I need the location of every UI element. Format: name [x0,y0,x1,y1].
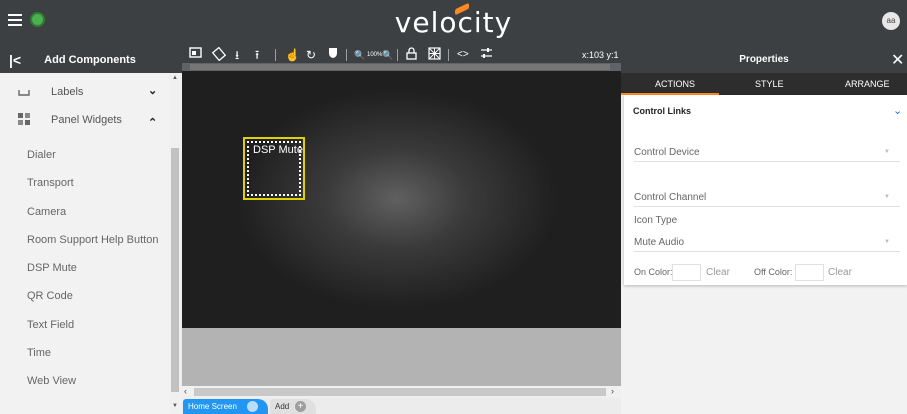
scroll-down-icon[interactable]: ▼ [172,403,178,409]
zoom-level: 100% [367,52,383,58]
tab-home-screen[interactable]: Home Screen [183,399,268,414]
scroll-thumb[interactable] [171,148,179,392]
upload-icon[interactable]: ⭱ [255,47,259,63]
grid-icon[interactable] [428,47,441,63]
tab-style[interactable]: STYLE [755,79,784,89]
widget-web-view[interactable]: Web View [27,375,76,387]
left-panel-header: |< Add Components [0,47,182,73]
field-underline [634,251,900,252]
off-color-label: Off Color: [754,267,793,277]
code-icon[interactable]: <> [457,47,469,63]
on-color-clear-link[interactable]: Clear [706,267,730,278]
group-label: Labels [51,86,84,98]
section-title: Control Links [633,106,691,116]
widget-room-support-help-button[interactable]: Room Support Help Button [27,234,158,246]
chevron-down-icon[interactable]: ⌄ [893,104,902,117]
cursor-coordinates: x:103 y:1 [582,50,619,60]
rotate-icon[interactable] [211,46,227,63]
widget-qr-code[interactable]: QR Code [27,290,73,302]
group-label: Panel Widgets [51,114,122,126]
on-color-label: On Color: [634,267,673,277]
lock-icon[interactable] [406,47,417,63]
scroll-up-icon[interactable]: ▲ [172,75,178,81]
scroll-thumb[interactable] [190,64,610,70]
zoom-out-icon[interactable]: 🔍 [354,47,365,63]
control-device-select[interactable]: Control Device [634,147,700,158]
scroll-right-icon[interactable]: › [611,386,614,396]
canvas-bottom-scrollbar[interactable]: ‹ › [182,386,621,398]
sliders-icon[interactable] [480,47,493,63]
component-list: Labels ⌄ Panel Widgets ⌃ Dialer Transpor… [0,73,169,414]
tab-add[interactable]: Add + [270,399,316,414]
field-underline [634,206,900,207]
toolbar-divider [346,49,347,61]
scroll-left-icon[interactable]: ‹ [184,386,187,396]
plus-icon[interactable]: + [295,401,306,412]
screen-tabs: Home Screen Add + [182,398,621,414]
group-labels[interactable]: Labels ⌄ [0,78,169,106]
app-logo: velocity [394,6,513,39]
left-scrollbar[interactable]: ▲ ▼ [169,73,182,414]
widget-dotted-border: DSP Mute [247,141,303,196]
widget-label: DSP Mute [253,144,303,156]
left-panel-title: Add Components [44,54,136,66]
toolbar-divider [275,49,276,61]
widget-time[interactable]: Time [27,347,51,359]
touch-icon[interactable]: ☝ [285,47,300,63]
screen-icon[interactable] [189,47,202,63]
tab-options-icon[interactable] [247,401,258,412]
toolbar-divider [397,49,398,61]
close-icon[interactable]: ✕ [891,50,904,70]
group-panel-widgets[interactable]: Panel Widgets ⌃ [0,106,169,134]
widget-text-field[interactable]: Text Field [27,319,74,331]
dropdown-arrow-icon[interactable]: ▼ [884,149,890,155]
tab-arrange[interactable]: ARRANGE [845,79,890,89]
on-color-swatch[interactable] [672,264,701,281]
canvas-lower-area[interactable] [182,328,621,386]
download-icon[interactable]: ⭳ [235,47,239,63]
widget-transport[interactable]: Transport [27,177,74,189]
tab-actions[interactable]: ACTIONS [655,79,695,89]
zoom-in-icon[interactable]: 🔍 [382,47,393,63]
canvas-toolbar: ⭳ ⭱ ☝ ↻ 🔍 100% 🔍 <> [182,46,621,63]
scroll-thumb[interactable] [194,388,606,396]
tab-label: Home Screen [188,402,237,411]
widget-dialer[interactable]: Dialer [27,149,56,161]
avatar[interactable]: aa [882,12,900,30]
widgets-icon [18,113,30,128]
properties-header: Properties ✕ [621,47,907,73]
label-icon [18,87,30,99]
control-channel-select[interactable]: Control Channel [634,192,706,203]
properties-tabs: ACTIONS STYLE ARRANGE [621,73,907,95]
icon-type-label: Icon Type [634,215,678,226]
dsp-mute-widget[interactable]: DSP Mute [243,137,305,200]
tab-label: Add [275,402,290,411]
field-underline [634,161,900,162]
off-color-swatch[interactable] [795,264,824,281]
icon-type-select[interactable]: Mute Audio [634,237,684,248]
toolbar-divider [448,49,449,61]
dropdown-arrow-icon[interactable]: ▼ [884,239,890,245]
canvas-top-scrollbar[interactable] [182,63,621,71]
top-bar: velocity aa [0,0,907,47]
refresh-icon[interactable]: ↻ [306,47,316,63]
chevron-up-icon[interactable]: ⌃ [148,116,157,129]
chevron-down-icon[interactable]: ⌄ [148,84,157,97]
widget-dsp-mute[interactable]: DSP Mute [27,262,77,274]
off-color-clear-link[interactable]: Clear [828,267,852,278]
properties-title: Properties [739,54,789,65]
dropdown-arrow-icon[interactable]: ▼ [884,194,890,200]
control-links-card [624,95,907,285]
shield-icon[interactable] [328,47,338,63]
widget-camera[interactable]: Camera [27,206,66,218]
